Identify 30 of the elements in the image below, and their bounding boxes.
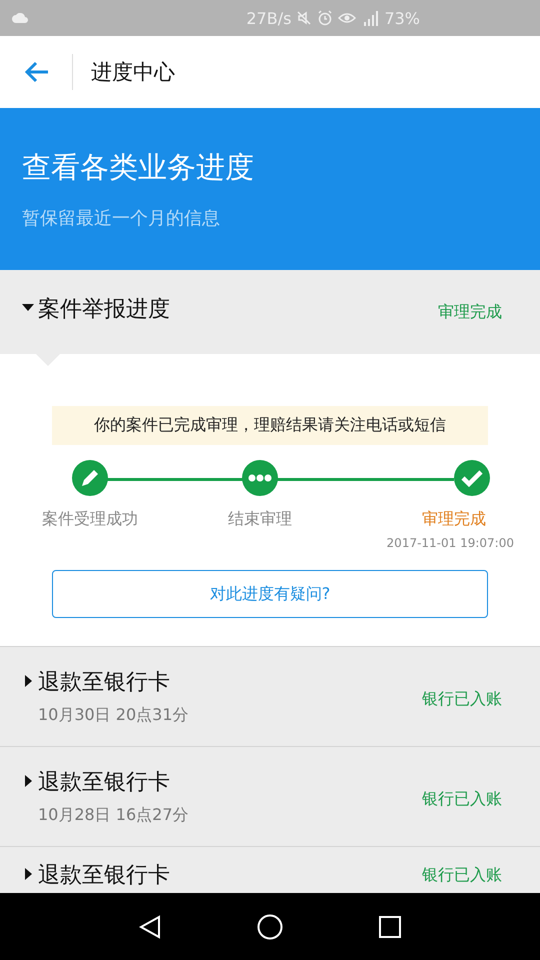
notice-banner: 你的案件已完成审理，理赔结果请关注电话或短信 — [52, 406, 488, 445]
cloud-icon — [12, 13, 28, 23]
signal-icon — [361, 10, 380, 26]
row-status: 审理完成 — [438, 302, 502, 323]
recents-icon[interactable] — [379, 916, 401, 938]
row-title: 退款至银行卡 — [38, 769, 171, 797]
mute-icon — [296, 10, 312, 26]
question-button[interactable]: 对此进度有疑问? — [52, 570, 488, 618]
banner-title: 查看各类业务进度 — [22, 149, 255, 186]
row-date: 10月30日 20点31分 — [38, 705, 189, 726]
row-status: 银行已入账 — [422, 866, 502, 884]
back-icon[interactable] — [139, 914, 161, 938]
row-title: 案件举报进度 — [38, 296, 170, 324]
row-status: 银行已入账 — [422, 789, 502, 810]
row-status: 银行已入账 — [422, 689, 502, 710]
eye-icon — [338, 11, 356, 25]
step-label: 审理完成 — [422, 509, 486, 530]
row-title: 退款至银行卡 — [38, 669, 171, 697]
step-label: 结束审理 — [228, 509, 292, 530]
battery-level: 73% — [384, 8, 420, 28]
back-arrow-icon — [24, 61, 50, 83]
banner-subtitle: 暂保留最近一个月的信息 — [22, 207, 221, 230]
row-date: 10月28日 16点27分 — [38, 805, 189, 826]
home-icon[interactable] — [257, 914, 283, 940]
network-speed: 27B/s — [246, 8, 292, 28]
alarm-icon — [317, 10, 334, 26]
row-title: 退款至银行卡 — [38, 864, 170, 888]
page-title: 进度中心 — [91, 59, 175, 86]
step-time: 2017-11-01 19:07:00 — [386, 536, 514, 550]
step-label: 案件受理成功 — [42, 509, 138, 530]
